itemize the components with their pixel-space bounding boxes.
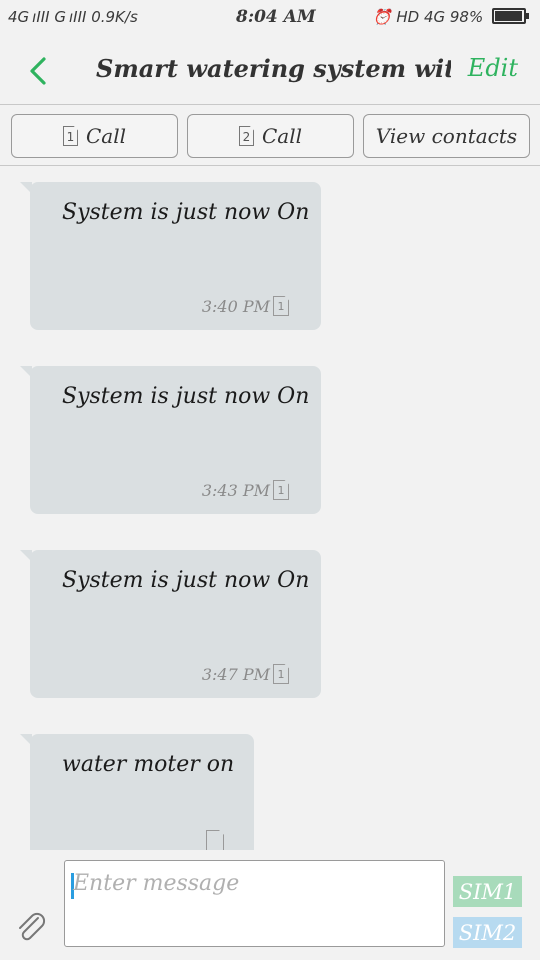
sim-icon: 1: [273, 664, 289, 684]
status-bar: 4G ıIII G ıIII 0.9K/s 8:04 AM ⏰ HD 4G 98…: [0, 0, 540, 36]
message-bubble[interactable]: System is just now On 3:47 PM 1: [20, 550, 321, 698]
call-sim1-button[interactable]: 1 Call: [11, 114, 178, 158]
message-meta: 3:43 PM 1: [202, 480, 289, 500]
message-text: System is just now On: [62, 200, 310, 225]
message-input-placeholder: Enter message: [73, 871, 240, 896]
device-status-text: HD 4G 98%: [396, 8, 484, 26]
conversation-header: Smart watering system with G... Edit: [0, 36, 540, 105]
message-text: System is just now On: [62, 384, 310, 409]
message-text: water moter on: [62, 752, 235, 777]
message-bubble[interactable]: System is just now On 3:43 PM 1: [20, 366, 321, 514]
message-meta: 3:40 PM 1: [202, 296, 289, 316]
message-composer: Enter message SIM1 SIM2: [0, 850, 540, 960]
message-time: 3:43 PM: [201, 480, 270, 500]
message-input[interactable]: Enter message: [64, 860, 445, 947]
sim-icon: [206, 830, 224, 850]
sim-icon: 1: [273, 480, 289, 500]
contact-actions: 1 Call 2 Call View contacts: [0, 105, 540, 166]
call-sim1-label: Call: [85, 124, 127, 148]
back-arrow-icon[interactable]: [28, 56, 50, 86]
sim2-icon: 2: [238, 126, 254, 146]
device-status: ⏰ HD 4G 98%: [372, 8, 529, 26]
battery-icon: [492, 8, 529, 24]
paperclip-icon[interactable]: [16, 912, 48, 946]
message-time: 3:47 PM: [201, 664, 270, 684]
message-bubble[interactable]: System is just now On 3:40 PM 1: [20, 182, 321, 330]
message-list[interactable]: System is just now On 3:40 PM 1 System i…: [0, 166, 540, 850]
conversation-title: Smart watering system with G...: [96, 54, 451, 83]
alarm-icon: ⏰: [372, 8, 392, 26]
send-sim2-button[interactable]: SIM2: [453, 917, 522, 948]
clock: 8:04 AM: [236, 7, 316, 27]
edit-button[interactable]: Edit: [468, 54, 518, 82]
call-sim2-label: Call: [261, 124, 303, 148]
sim1-icon: 1: [62, 126, 78, 146]
sim-icon: 1: [273, 296, 289, 316]
message-meta: 3:47 PM 1: [202, 664, 289, 684]
network-status: 4G ıIII G ıIII 0.9K/s: [8, 8, 138, 26]
send-sim1-button[interactable]: SIM1: [453, 876, 522, 907]
message-time: 3:40 PM: [201, 296, 270, 316]
message-meta: [203, 830, 224, 850]
message-bubble[interactable]: water moter on: [20, 734, 254, 850]
view-contacts-button[interactable]: View contacts: [363, 114, 530, 158]
message-text: System is just now On: [62, 568, 310, 593]
call-sim2-button[interactable]: 2 Call: [187, 114, 354, 158]
